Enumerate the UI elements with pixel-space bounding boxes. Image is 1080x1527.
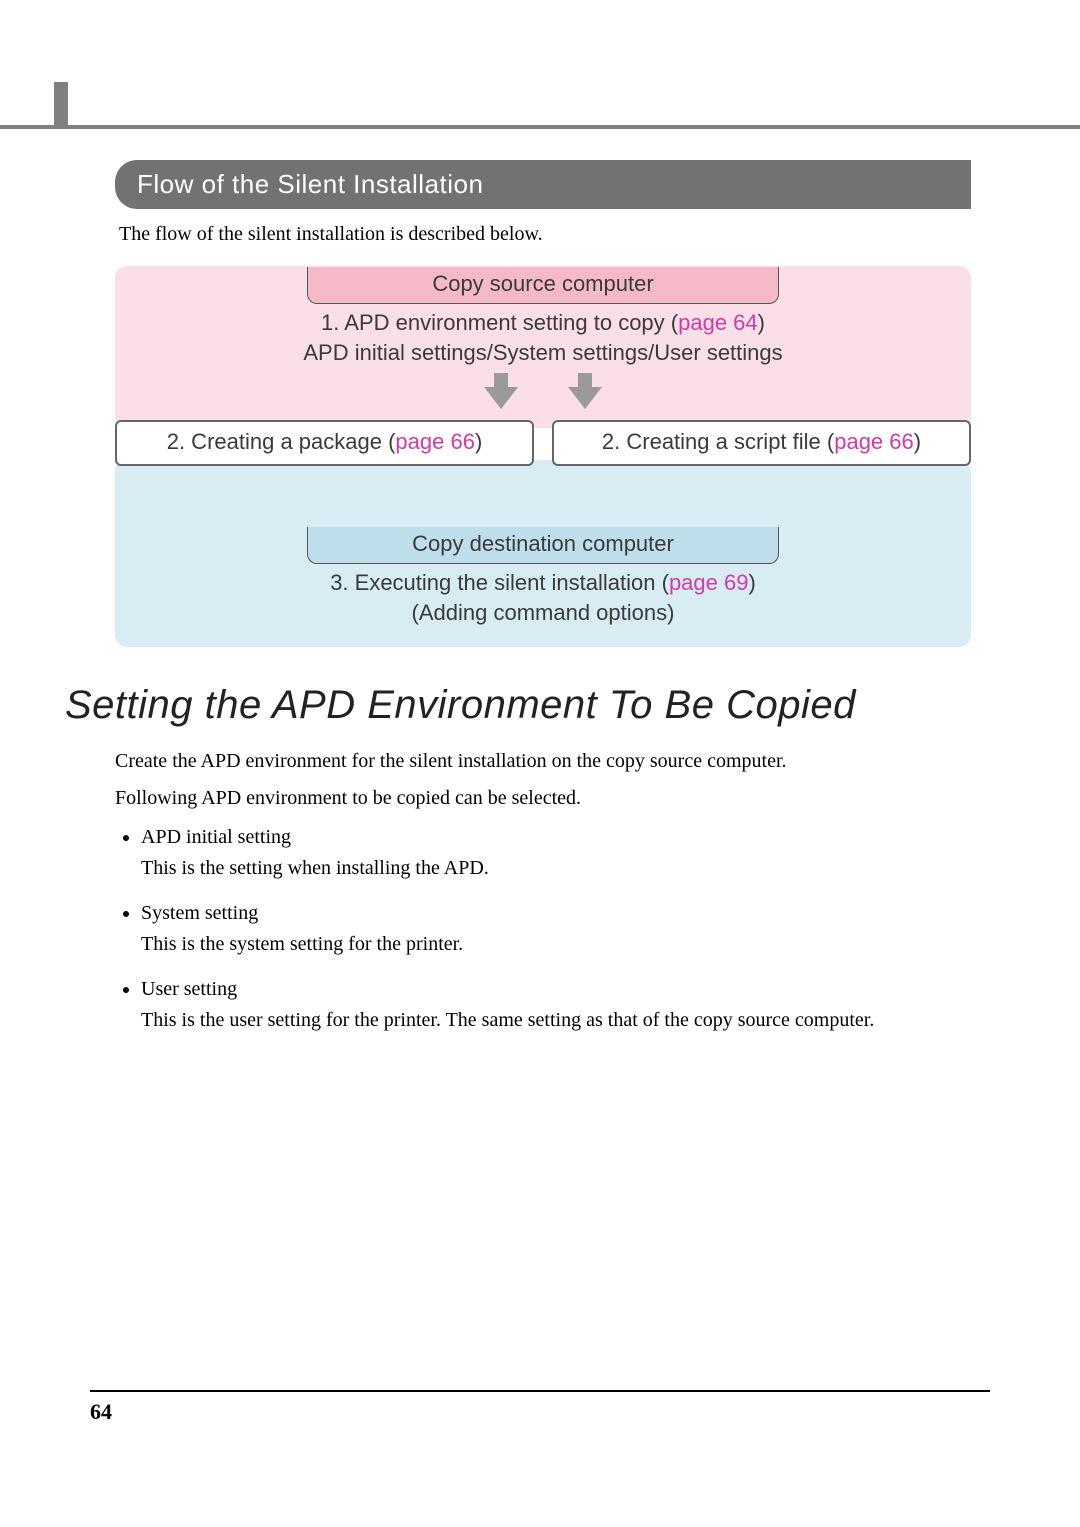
step-1-subtext: APD initial settings/System settings/Use… bbox=[303, 340, 782, 365]
step-3-subtext: (Adding command options) bbox=[412, 600, 675, 625]
page-ref-66b[interactable]: page 66 bbox=[834, 429, 914, 454]
step-2a-text: 2. Creating a package ( bbox=[167, 429, 396, 454]
bullet-desc: This is the system setting for the print… bbox=[141, 929, 971, 960]
flow-diagram: Copy source computer 1. APD environment … bbox=[115, 266, 971, 647]
page-ref-64[interactable]: page 64 bbox=[678, 310, 758, 335]
step-1-suffix: ) bbox=[758, 310, 765, 335]
copy-destination-title: Copy destination computer bbox=[307, 527, 779, 564]
step-3-suffix: ) bbox=[748, 570, 755, 595]
bullet-title: User setting bbox=[141, 974, 971, 1005]
step-1: 1. APD environment setting to copy (page… bbox=[116, 308, 970, 367]
list-item: APD initial setting This is the setting … bbox=[141, 822, 971, 884]
paragraph-1: Create the APD environment for the silen… bbox=[115, 746, 971, 777]
step-2-script: 2. Creating a script file (page 66) bbox=[552, 420, 971, 466]
bullet-title: APD initial setting bbox=[141, 822, 971, 853]
page-ref-69[interactable]: page 69 bbox=[669, 570, 749, 595]
step-2a-suffix: ) bbox=[475, 429, 482, 454]
page: Flow of the Silent Installation The flow… bbox=[0, 0, 1080, 1527]
bullet-title: System setting bbox=[141, 898, 971, 929]
step-2-package: 2. Creating a package (page 66) bbox=[115, 420, 534, 466]
body-text: Create the APD environment for the silen… bbox=[115, 746, 971, 1036]
bullet-list: APD initial setting This is the setting … bbox=[115, 822, 971, 1036]
subsection-heading: Setting the APD Environment To Be Copied bbox=[65, 683, 971, 728]
section-intro: The flow of the silent installation is d… bbox=[119, 223, 971, 246]
copy-source-title: Copy source computer bbox=[307, 267, 779, 304]
step-1-text: 1. APD environment setting to copy ( bbox=[321, 310, 678, 335]
list-item: System setting This is the system settin… bbox=[141, 898, 971, 960]
copy-destination-zone: Copy destination computer 3. Executing t… bbox=[115, 460, 971, 646]
section-heading: Flow of the Silent Installation bbox=[115, 160, 971, 209]
footer-rule bbox=[90, 1390, 990, 1392]
paragraph-2: Following APD environment to be copied c… bbox=[115, 783, 971, 814]
step-2-row: 2. Creating a package (page 66) 2. Creat… bbox=[115, 420, 971, 466]
page-top-rule bbox=[0, 125, 1080, 129]
page-side-tab bbox=[54, 82, 68, 129]
list-item: User setting This is the user setting fo… bbox=[141, 974, 971, 1036]
arrow-down-icon bbox=[568, 373, 602, 409]
step-2b-text: 2. Creating a script file ( bbox=[602, 429, 834, 454]
arrows-source bbox=[116, 373, 970, 409]
page-number: 64 bbox=[90, 1399, 112, 1425]
copy-source-zone: Copy source computer 1. APD environment … bbox=[115, 266, 971, 428]
bullet-desc: This is the setting when installing the … bbox=[141, 853, 971, 884]
content-area: Flow of the Silent Installation The flow… bbox=[115, 160, 971, 1050]
page-ref-66a[interactable]: page 66 bbox=[395, 429, 475, 454]
step-3: 3. Executing the silent installation (pa… bbox=[116, 568, 970, 627]
arrow-down-icon bbox=[484, 373, 518, 409]
step-2b-suffix: ) bbox=[914, 429, 921, 454]
step-3-text: 3. Executing the silent installation ( bbox=[330, 570, 669, 595]
bullet-desc: This is the user setting for the printer… bbox=[141, 1005, 971, 1036]
